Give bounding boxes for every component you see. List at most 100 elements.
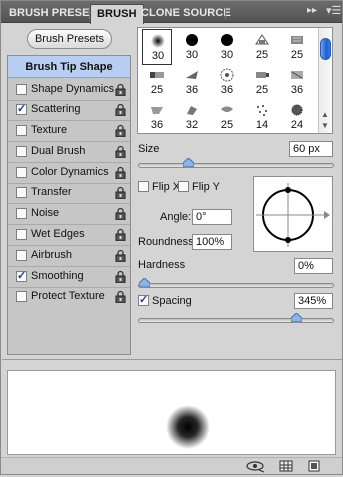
brush-tip-icon	[177, 66, 207, 84]
hardness-slider-knob[interactable]	[139, 278, 150, 287]
lock-icon[interactable]	[115, 186, 126, 199]
angle-label: Angle:	[160, 211, 192, 223]
panel-menu-icon[interactable]: ▾☰	[326, 4, 341, 17]
lock-icon[interactable]	[115, 103, 126, 116]
lock-icon[interactable]	[115, 249, 126, 262]
option-protect-texture[interactable]: Protect Texture	[8, 287, 130, 307]
lock-icon[interactable]	[115, 145, 126, 158]
option-label: Wet Edges	[31, 228, 85, 240]
scroll-down-icon[interactable]: ▼	[321, 121, 329, 130]
brush-presets-button[interactable]: Brush Presets	[27, 29, 112, 49]
lock-icon[interactable]	[115, 83, 126, 96]
flip-x-label: Flip X	[152, 181, 181, 193]
brush-tip-size: 32	[185, 119, 199, 131]
brush-tip-cell[interactable]: 30	[212, 29, 242, 65]
option-checkbox[interactable]	[16, 208, 27, 219]
brush-tip-size: 25	[255, 84, 269, 96]
option-checkbox[interactable]	[16, 84, 27, 95]
option-texture[interactable]: Texture	[8, 121, 130, 141]
brush-tip-cell[interactable]: 25	[247, 64, 277, 100]
option-checkbox[interactable]: ✓	[16, 104, 27, 115]
option-checkbox[interactable]	[16, 167, 27, 178]
brush-tip-size: 25	[150, 84, 164, 96]
option-smoothing[interactable]: ✓ Smoothing	[8, 267, 130, 287]
option-checkbox[interactable]	[16, 291, 27, 302]
brush-tip-icon	[247, 31, 277, 49]
eye-icon[interactable]	[244, 459, 266, 473]
tab-clone-source[interactable]: CLONE SOURCE	[135, 4, 237, 23]
option-label: Airbrush	[31, 249, 72, 261]
option-scattering[interactable]: ✓ Scattering	[8, 100, 130, 120]
flip-x-checkbox[interactable]	[138, 181, 149, 192]
brush-tip-cell[interactable]: 36	[282, 64, 312, 100]
brush-tip-cell[interactable]: 36	[142, 99, 172, 133]
brush-tip-cell[interactable]: 36	[212, 64, 242, 100]
brush-options-list: Brush Tip Shape Shape Dynamics ✓ Scatterin…	[7, 55, 131, 355]
brush-tip-icon	[282, 66, 312, 84]
brush-tip-grid[interactable]: 30 30 30 25 25 25 36 36 25 36 36 32 25 14 24 ▲ ▼	[137, 27, 333, 134]
brush-tip-cell[interactable]: 36	[177, 64, 207, 100]
option-checkbox[interactable]	[16, 146, 27, 157]
brush-tip-cell[interactable]: 25	[247, 29, 277, 65]
spacing-slider-knob[interactable]	[290, 313, 302, 322]
brush-tip-cell[interactable]: 25	[212, 99, 242, 133]
option-shape-dynamics[interactable]: Shape Dynamics	[8, 80, 130, 100]
lock-icon[interactable]	[115, 124, 126, 137]
scroll-up-icon[interactable]: ▲	[321, 110, 329, 119]
option-airbrush[interactable]: Airbrush	[8, 246, 130, 266]
option-color-dynamics[interactable]: Color Dynamics	[8, 163, 130, 183]
lock-icon[interactable]	[115, 290, 126, 303]
option-label: Scattering	[31, 103, 81, 115]
spacing-checkbox[interactable]: ✓	[138, 295, 149, 306]
angle-field[interactable]: 0°	[192, 209, 232, 225]
option-transfer[interactable]: Transfer	[8, 183, 130, 203]
size-slider[interactable]	[138, 158, 334, 168]
lock-icon[interactable]	[115, 270, 126, 283]
size-field[interactable]: 60 px	[289, 141, 333, 157]
brush-tip-size: 25	[255, 49, 269, 61]
brush-tip-shape-item[interactable]: Brush Tip Shape	[8, 56, 130, 78]
option-noise[interactable]: Noise	[8, 204, 130, 224]
brush-stroke-preview	[7, 370, 336, 455]
collapse-icon[interactable]: ▸▸	[307, 5, 317, 16]
brush-panel: BRUSH PRESETS BRUSH CLONE SOURCE ▸▸ ▾☰ B…	[0, 0, 343, 475]
brush-tip-icon	[212, 66, 242, 84]
hardness-field[interactable]: 0%	[294, 258, 333, 274]
option-label: Color Dynamics	[31, 166, 109, 178]
brush-tip-size: 36	[185, 84, 199, 96]
lock-icon[interactable]	[115, 207, 126, 220]
option-checkbox[interactable]	[16, 250, 27, 261]
brush-tip-cell[interactable]: 25	[142, 64, 172, 100]
brush-tip-cell[interactable]: 24	[282, 99, 312, 133]
option-checkbox[interactable]	[16, 229, 27, 240]
scrollbar-thumb[interactable]	[320, 38, 331, 60]
grid-view-icon[interactable]	[279, 459, 293, 473]
new-preset-icon[interactable]	[307, 459, 321, 473]
hardness-slider[interactable]	[138, 278, 334, 288]
angle-roundness-dial[interactable]	[253, 176, 333, 252]
brush-tip-icon	[142, 66, 172, 84]
option-checkbox[interactable]	[16, 125, 27, 136]
roundness-field[interactable]: 100%	[192, 234, 232, 250]
brush-tip-cell[interactable]: 25	[282, 29, 312, 65]
brush-tip-cell[interactable]: 32	[177, 99, 207, 133]
option-checkbox[interactable]	[16, 187, 27, 198]
brush-tip-size: 36	[290, 84, 304, 96]
brush-tip-cell[interactable]: 30	[142, 29, 172, 65]
brush-tip-cell[interactable]: 14	[247, 99, 277, 133]
brush-tip-icon	[212, 101, 242, 119]
brush-tip-cell[interactable]: 30	[177, 29, 207, 65]
brush-tip-icon	[143, 32, 173, 50]
spacing-field[interactable]: 345%	[294, 293, 333, 309]
lock-icon[interactable]	[115, 166, 126, 179]
flip-y-checkbox[interactable]	[178, 181, 189, 192]
size-slider-knob[interactable]	[183, 158, 195, 167]
option-dual-brush[interactable]: Dual Brush	[8, 142, 130, 162]
option-checkbox[interactable]: ✓	[16, 271, 27, 282]
brush-tip-icon	[212, 31, 242, 49]
spacing-slider[interactable]	[138, 313, 334, 323]
option-label: Transfer	[31, 186, 72, 198]
brush-grid-scrollbar[interactable]: ▲ ▼	[318, 28, 332, 133]
option-wet-edges[interactable]: Wet Edges	[8, 225, 130, 245]
lock-icon[interactable]	[115, 228, 126, 241]
